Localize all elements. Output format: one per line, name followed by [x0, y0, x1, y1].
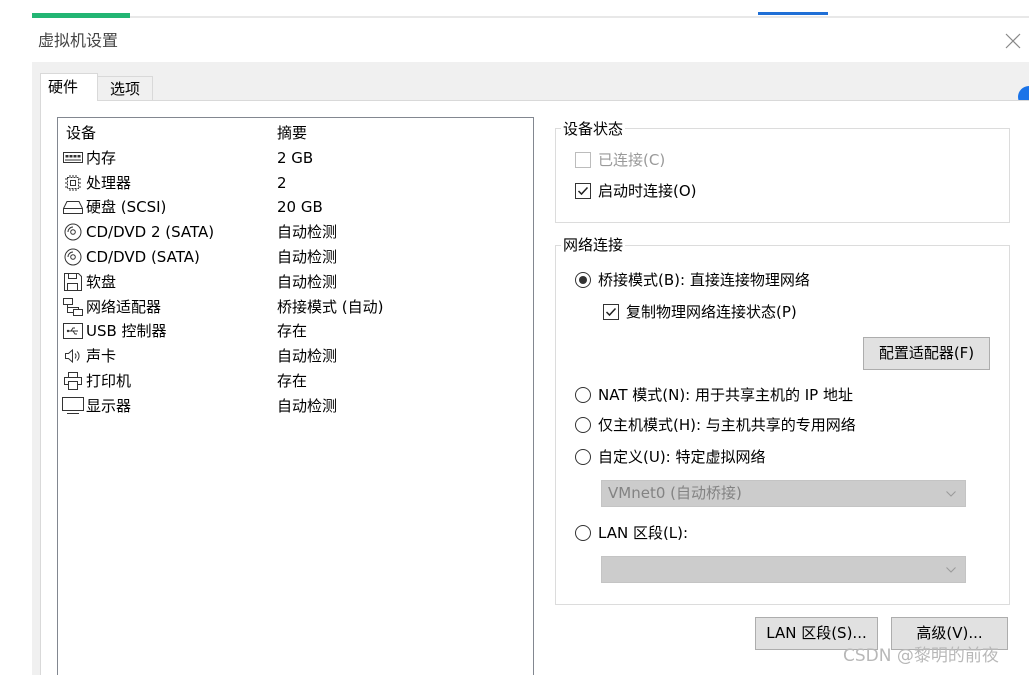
- custom-radio[interactable]: 自定义(U): 特定虚拟网络: [575, 447, 766, 467]
- chevron-down-icon: [946, 567, 956, 573]
- device-name: 声卡: [86, 347, 117, 366]
- device-name: 显示器: [86, 396, 132, 415]
- device-row-processor[interactable]: 处理器 2: [58, 171, 533, 196]
- network-adapter-icon: [62, 297, 84, 316]
- bridged-label: 桥接模式(B): 直接连接物理网络: [598, 271, 810, 289]
- host-only-label: 仅主机模式(H): 与主机共享的专用网络: [598, 416, 856, 434]
- checkbox-box: [575, 152, 591, 168]
- printer-icon: [62, 371, 84, 390]
- window-title: 虚拟机设置: [38, 31, 119, 50]
- column-header-device: 设备: [66, 124, 97, 142]
- device-summary: 存在: [277, 322, 308, 341]
- close-button[interactable]: [1004, 32, 1022, 50]
- radio-circle: [575, 272, 591, 288]
- checkbox-box: [575, 183, 591, 199]
- device-summary: 自动检测: [277, 223, 338, 242]
- tab-options[interactable]: 选项: [97, 76, 153, 100]
- connect-at-power-on-checkbox[interactable]: 启动时连接(O): [575, 181, 697, 201]
- sound-card-icon: [62, 347, 84, 365]
- connect-at-power-on-label: 启动时连接(O): [598, 182, 697, 200]
- close-icon: [1005, 33, 1021, 49]
- display-icon: [62, 396, 84, 415]
- memory-icon: [62, 149, 84, 167]
- lan-segment-select[interactable]: [601, 556, 966, 583]
- device-list[interactable]: 设备 摘要 内存 2 GB 处理器 2 硬盘 (SCSI) 20 GB CD/D…: [57, 117, 534, 675]
- top-strip-line: [32, 16, 1029, 18]
- checkbox-box: [603, 304, 619, 320]
- device-summary: 自动检测: [277, 272, 338, 291]
- cd-dvd-icon: [62, 223, 84, 241]
- watermark: CSDN @黎明的前夜: [843, 646, 999, 666]
- radio-circle: [575, 449, 591, 465]
- nat-label: NAT 模式(N): 用于共享主机的 IP 地址: [598, 386, 854, 404]
- device-name: USB 控制器: [86, 322, 167, 341]
- checkmark-icon: [577, 186, 589, 196]
- device-name: 网络适配器: [86, 297, 162, 316]
- radio-dot: [579, 276, 587, 284]
- device-list-header: 设备 摘要: [58, 121, 533, 146]
- connected-label: 已连接(C): [598, 151, 666, 169]
- host-only-radio[interactable]: 仅主机模式(H): 与主机共享的专用网络: [575, 415, 856, 435]
- cd-dvd-icon: [62, 248, 84, 266]
- usb-icon: [62, 322, 84, 340]
- configure-adapters-button[interactable]: 配置适配器(F): [863, 337, 990, 370]
- device-name: 处理器: [86, 173, 132, 192]
- checkmark-icon: [605, 307, 617, 317]
- device-row-cd-dvd-2[interactable]: CD/DVD 2 (SATA) 自动检测: [58, 220, 533, 245]
- top-tab-indicator: [758, 12, 828, 15]
- device-row-display[interactable]: 显示器 自动检测: [58, 394, 533, 419]
- device-summary: 存在: [277, 371, 308, 390]
- device-summary: 2 GB: [277, 148, 314, 167]
- nat-radio[interactable]: NAT 模式(N): 用于共享主机的 IP 地址: [575, 385, 853, 405]
- network-connection-title: 网络连接: [561, 235, 626, 255]
- device-summary: 2: [277, 173, 287, 192]
- device-row-printer[interactable]: 打印机 存在: [58, 369, 533, 394]
- device-summary: 自动检测: [277, 347, 338, 366]
- connected-checkbox[interactable]: 已连接(C): [575, 150, 665, 170]
- processor-icon: [62, 174, 84, 192]
- hard-disk-icon: [62, 198, 84, 216]
- lan-segment-radio[interactable]: LAN 区段(L):: [575, 523, 688, 543]
- device-status-title: 设备状态: [561, 119, 626, 139]
- replicate-state-checkbox[interactable]: 复制物理网络连接状态(P): [603, 302, 797, 322]
- radio-circle: [575, 417, 591, 433]
- device-name: CD/DVD (SATA): [86, 247, 200, 266]
- device-row-cd-dvd[interactable]: CD/DVD (SATA) 自动检测: [58, 245, 533, 270]
- device-name: 硬盘 (SCSI): [86, 198, 167, 217]
- top-progress-bar: [32, 13, 130, 18]
- chevron-down-icon: [946, 491, 956, 497]
- floppy-icon: [62, 272, 84, 291]
- device-row-network-adapter[interactable]: 网络适配器 桥接模式 (自动): [58, 295, 533, 320]
- custom-network-select[interactable]: VMnet0 (自动桥接): [601, 480, 966, 507]
- device-summary: 自动检测: [277, 396, 338, 415]
- lan-segment-label: LAN 区段(L):: [598, 524, 689, 542]
- device-summary: 20 GB: [277, 198, 323, 217]
- replicate-state-label: 复制物理网络连接状态(P): [626, 303, 797, 321]
- radio-circle: [575, 387, 591, 403]
- device-name: 软盘: [86, 272, 117, 291]
- radio-circle: [575, 525, 591, 541]
- device-row-usb-controller[interactable]: USB 控制器 存在: [58, 319, 533, 344]
- device-summary: 自动检测: [277, 247, 338, 266]
- device-row-floppy[interactable]: 软盘 自动检测: [58, 270, 533, 295]
- tab-hardware[interactable]: 硬件: [40, 73, 98, 101]
- device-name: 打印机: [86, 371, 132, 390]
- device-name: CD/DVD 2 (SATA): [86, 223, 215, 242]
- device-row-sound-card[interactable]: 声卡 自动检测: [58, 344, 533, 369]
- custom-label: 自定义(U): 特定虚拟网络: [598, 448, 766, 466]
- bridged-radio[interactable]: 桥接模式(B): 直接连接物理网络: [575, 270, 810, 290]
- device-row-memory[interactable]: 内存 2 GB: [58, 146, 533, 171]
- device-row-hard-disk[interactable]: 硬盘 (SCSI) 20 GB: [58, 195, 533, 220]
- device-status-group: [555, 128, 1010, 223]
- column-header-summary: 摘要: [277, 124, 308, 142]
- device-name: 内存: [86, 148, 117, 167]
- custom-network-select-value: VMnet0 (自动桥接): [608, 484, 742, 502]
- device-summary: 桥接模式 (自动): [277, 297, 384, 316]
